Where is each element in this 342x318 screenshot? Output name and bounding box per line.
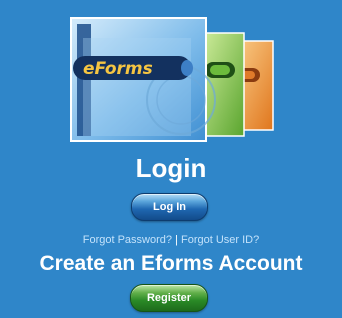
login-title: Login: [135, 153, 207, 183]
eforms-logo-text: eForms: [83, 59, 153, 79]
create-account-title: Create an Eforms Account: [39, 252, 303, 275]
forgot-password-link[interactable]: Forgot Password?: [83, 234, 172, 246]
link-separator: |: [172, 234, 181, 246]
eforms-logo: eForms: [69, 16, 277, 144]
login-button[interactable]: Log In: [131, 193, 208, 221]
forgot-user-id-link[interactable]: Forgot User ID?: [181, 234, 259, 246]
forgot-links: Forgot Password? | Forgot User ID?: [0, 233, 342, 247]
register-button[interactable]: Register: [130, 284, 208, 312]
